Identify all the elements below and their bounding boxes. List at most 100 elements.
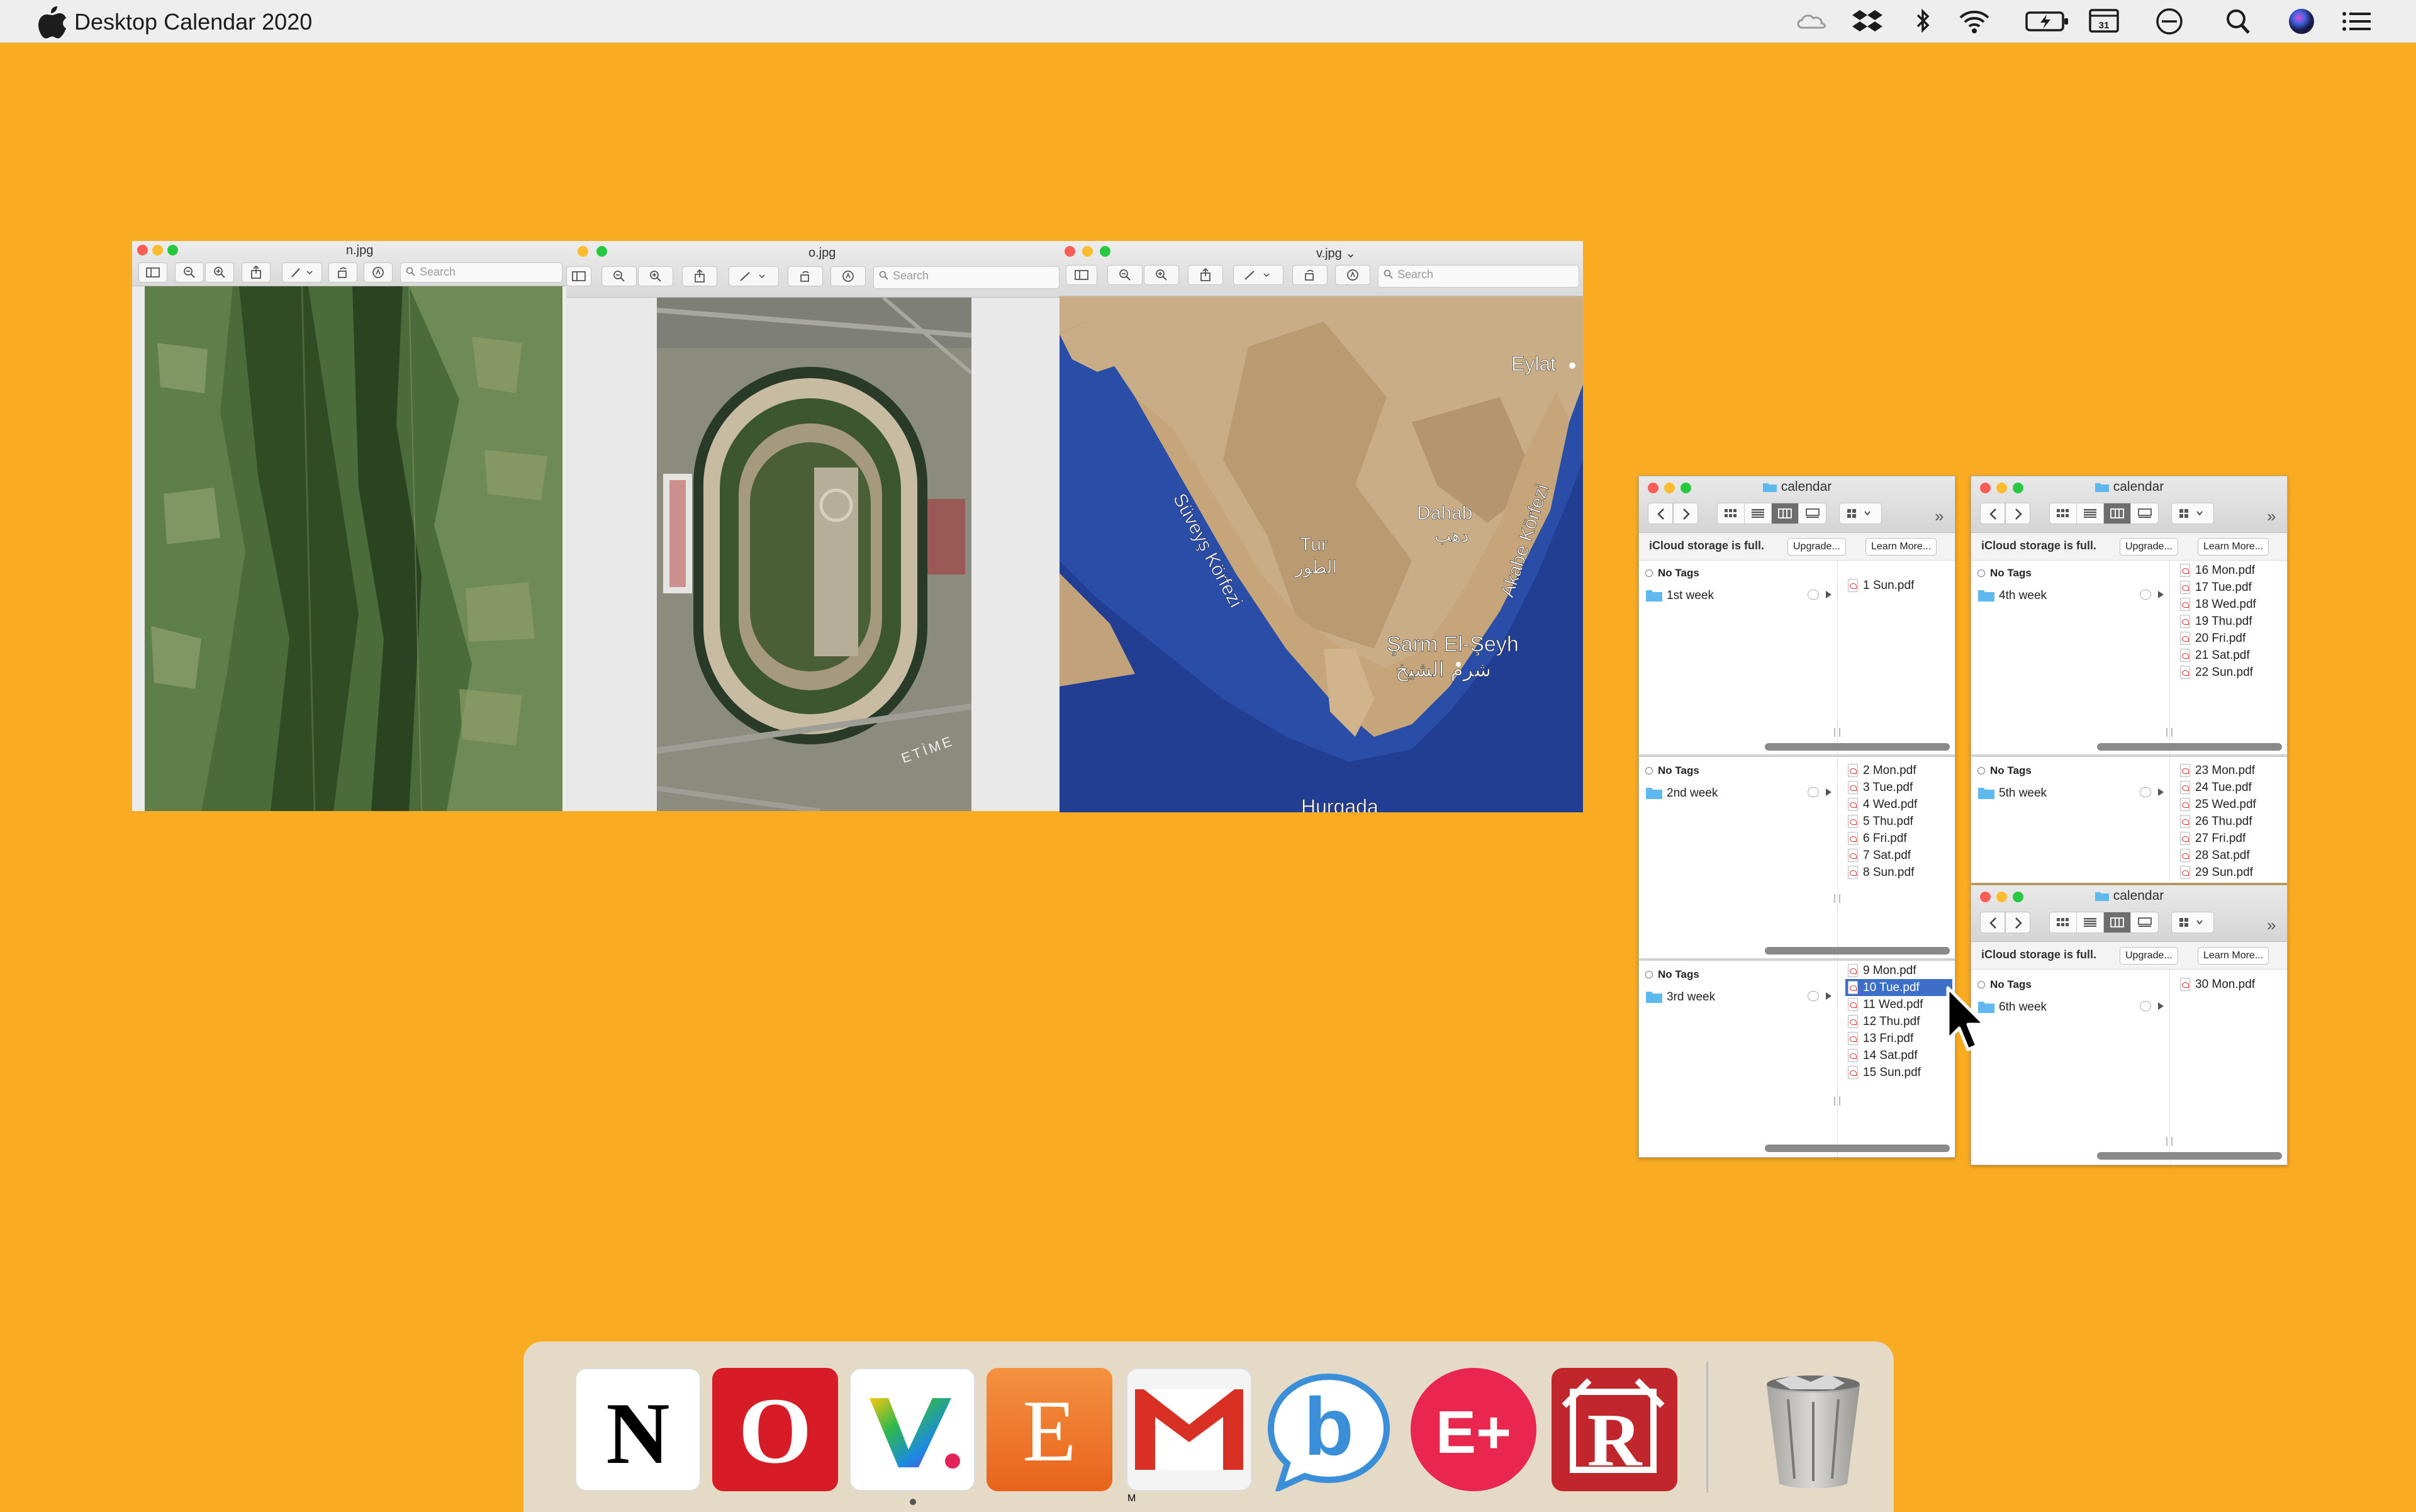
back-button[interactable] — [1980, 912, 2005, 933]
horizontal-scrollbar[interactable] — [2097, 743, 2282, 751]
zoom-in-button[interactable] — [205, 262, 234, 283]
search-input[interactable]: Search — [400, 262, 562, 283]
column-resize-handle[interactable] — [1834, 728, 1840, 737]
column-resize-handle[interactable] — [2166, 728, 2173, 737]
markup-pen-button[interactable] — [282, 262, 322, 283]
finder-window-calendar-b[interactable]: calendar » iCloud storage is full. Upgra… — [1971, 476, 2288, 883]
screen-mirroring-icon[interactable]: 31 — [2086, 6, 2122, 36]
gallery-view-button[interactable] — [1799, 503, 1826, 524]
file-row[interactable]: 26 Thu.pdf — [2178, 813, 2285, 830]
battery-charging-icon[interactable] — [2023, 6, 2073, 36]
file-row[interactable]: 23 Mon.pdf — [2178, 762, 2285, 779]
vectorize-icon[interactable] — [849, 1368, 975, 1491]
annotate-button[interactable] — [364, 262, 393, 283]
forward-button[interactable] — [2005, 503, 2030, 524]
back-button[interactable] — [1648, 503, 1673, 524]
rotate-button[interactable] — [788, 266, 823, 286]
app-name[interactable]: Desktop Calendar 2020 — [74, 9, 312, 35]
minimize-button[interactable] — [578, 246, 588, 257]
zoom-button[interactable] — [1100, 246, 1110, 257]
zoom-in-button[interactable] — [1144, 265, 1179, 285]
file-row[interactable]: 18 Wed.pdf — [2178, 596, 2285, 613]
upgrade-button[interactable]: Upgrade... — [2120, 947, 2178, 965]
view-mode-segment[interactable] — [1717, 503, 1826, 524]
rotate-button[interactable] — [1292, 265, 1328, 285]
share-button[interactable] — [1188, 265, 1223, 285]
list-view-button[interactable] — [2077, 912, 2104, 932]
icon-view-button[interactable] — [1718, 503, 1745, 524]
rotate-button[interactable] — [328, 262, 357, 283]
forward-button[interactable] — [1673, 503, 1698, 524]
folder-row-week-6[interactable]: 6th week — [1976, 997, 2165, 1016]
horizontal-scrollbar[interactable] — [1765, 947, 1950, 955]
file-row[interactable]: 27 Fri.pdf — [2178, 830, 2285, 847]
view-mode-segment[interactable] — [2049, 503, 2159, 524]
horizontal-scrollbar[interactable] — [1765, 743, 1950, 751]
toolbar-overflow-icon[interactable]: » — [1935, 507, 1943, 526]
back-button[interactable] — [1980, 503, 2005, 524]
file-row[interactable]: 19 Thu.pdf — [2178, 613, 2285, 630]
zoom-out-button[interactable] — [175, 262, 204, 283]
close-button[interactable] — [1065, 246, 1075, 257]
notion-icon[interactable]: N — [575, 1368, 701, 1491]
upgrade-button[interactable]: Upgrade... — [2120, 538, 2178, 556]
horizontal-scrollbar[interactable] — [2097, 1152, 2282, 1160]
no-tags-label[interactable]: No Tags — [1645, 968, 1699, 981]
file-row[interactable]: 8 Sun.pdf — [1845, 864, 1952, 881]
zoom-button[interactable] — [596, 246, 607, 257]
file-row[interactable]: 11 Wed.pdf — [1845, 996, 1952, 1013]
siri-icon[interactable] — [2284, 6, 2319, 36]
file-row[interactable]: 15 Sun.pdf — [1845, 1064, 1952, 1081]
file-row[interactable]: 20 Fri.pdf — [2178, 630, 2285, 647]
file-row[interactable]: 24 Tue.pdf — [2178, 779, 2285, 796]
finder-window-calendar-a[interactable]: calendar » iCloud storage is full. Upgra… — [1638, 476, 1955, 1158]
dropbox-icon[interactable] — [1850, 6, 1885, 36]
search-input[interactable]: Search — [873, 266, 1060, 289]
file-row[interactable]: 28 Sat.pdf — [2178, 847, 2285, 864]
markup-pen-button[interactable] — [1233, 265, 1284, 285]
file-row[interactable]: 12 Thu.pdf — [1845, 1013, 1952, 1030]
horizontal-scrollbar[interactable] — [1765, 1145, 1950, 1152]
toolbar-overflow-icon[interactable]: » — [2267, 507, 2276, 526]
forward-button[interactable] — [2005, 912, 2030, 933]
spotlight-search-icon[interactable] — [2221, 6, 2256, 36]
annotate-button[interactable] — [830, 266, 866, 286]
folder-row-week-2[interactable]: 2nd week — [1644, 783, 1833, 802]
icon-view-button[interactable] — [2050, 912, 2077, 932]
preview-window-n[interactable]: n.jpg Search — [132, 241, 566, 811]
finder-window-calendar-c[interactable]: calendar » iCloud storage is full. Upgra… — [1971, 885, 2288, 1165]
file-row[interactable]: 13 Fri.pdf — [1845, 1030, 1952, 1047]
sidebar-toggle-button[interactable] — [566, 266, 591, 286]
icon-view-button[interactable] — [2050, 503, 2077, 524]
file-row[interactable]: 21 Sat.pdf — [2178, 647, 2285, 664]
zoom-out-button[interactable] — [1107, 265, 1143, 285]
view-mode-segment[interactable] — [2049, 912, 2159, 933]
column-view-button[interactable] — [2104, 912, 2131, 932]
r-app-icon[interactable]: R — [1552, 1368, 1677, 1491]
close-button[interactable] — [137, 245, 148, 255]
gallery-view-button[interactable] — [2131, 912, 2158, 932]
share-button[interactable] — [242, 262, 271, 283]
apple-icon[interactable] — [38, 4, 67, 39]
no-tags-label[interactable]: No Tags — [1645, 764, 1699, 777]
column-view-button[interactable] — [1772, 503, 1799, 524]
file-row[interactable]: 7 Sat.pdf — [1845, 847, 1952, 864]
file-row[interactable]: 9 Mon.pdf — [1845, 962, 1952, 979]
preview-window-v[interactable]: v.jpg ⌄ Search Eylat Süveyş Körfezi Akab… — [1060, 241, 1583, 812]
no-tags-label[interactable]: No Tags — [1977, 567, 2032, 580]
file-row[interactable]: 5 Thu.pdf — [1845, 813, 1952, 830]
zoom-out-button[interactable] — [601, 266, 637, 286]
b-chat-icon[interactable]: b — [1266, 1368, 1392, 1494]
gmail-icon[interactable]: M — [1126, 1368, 1252, 1504]
group-by-button[interactable] — [2171, 503, 2214, 524]
creative-cloud-icon[interactable] — [1793, 6, 1828, 36]
folder-row-week-3[interactable]: 3rd week — [1644, 987, 1833, 1006]
folder-row-week-4[interactable]: 4th week — [1976, 586, 2165, 605]
column-view-button[interactable] — [2104, 503, 2131, 524]
file-row[interactable]: 4 Wed.pdf — [1845, 796, 1952, 813]
do-not-disturb-icon[interactable] — [2152, 6, 2187, 36]
preview-window-o[interactable]: o.jpg Search ETİME — [566, 241, 1063, 811]
column-resize-handle[interactable] — [2166, 1137, 2173, 1146]
file-row[interactable]: 30 Mon.pdf — [2178, 976, 2285, 993]
file-row[interactable]: 6 Fri.pdf — [1845, 830, 1952, 847]
